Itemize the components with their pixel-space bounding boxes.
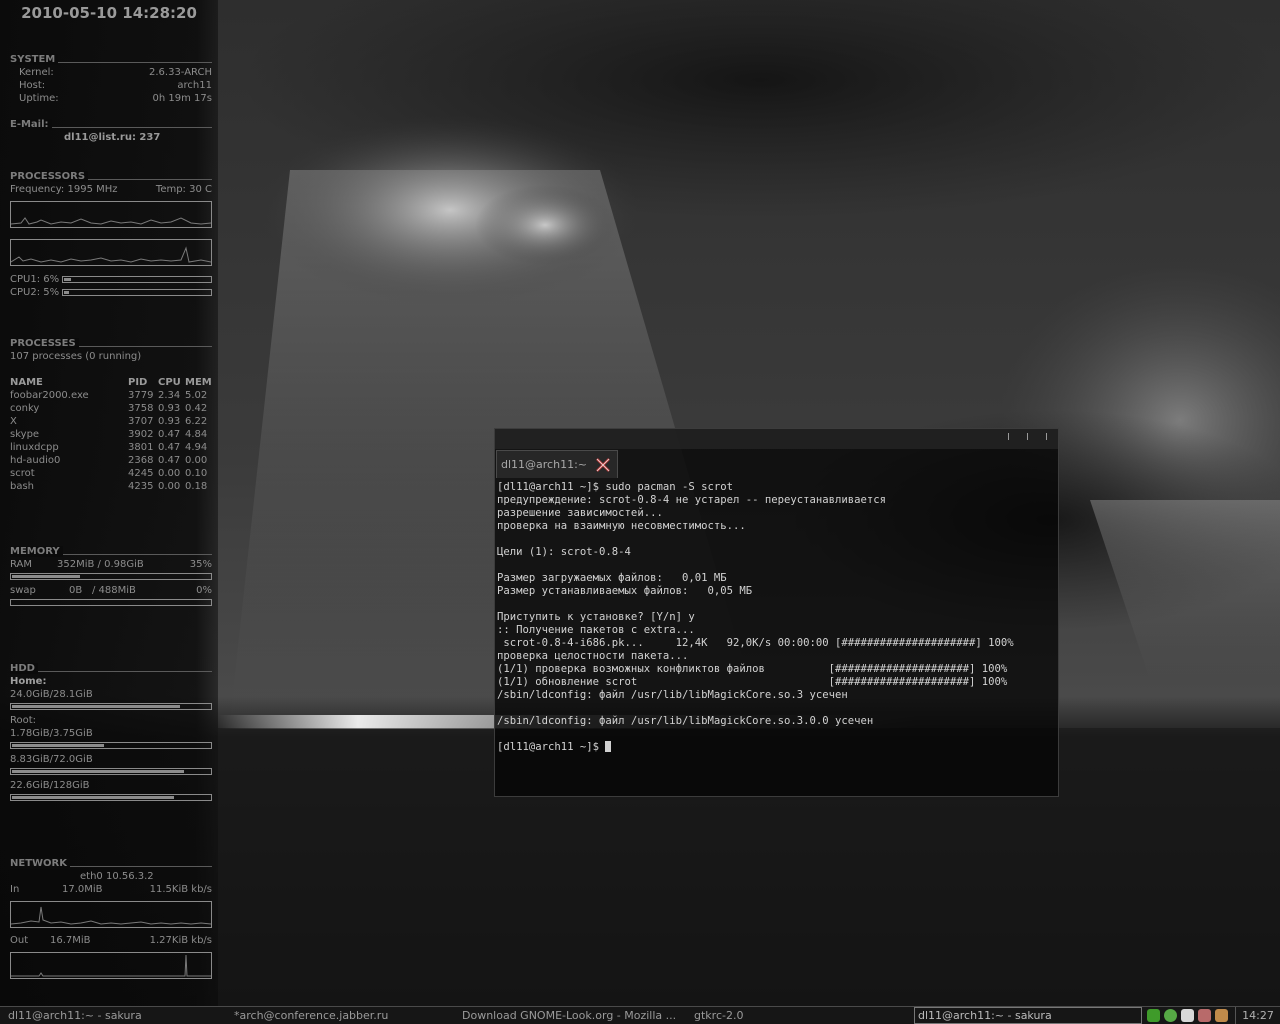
- terminal-tab-label: dl11@arch11:~: [501, 458, 587, 471]
- tux-icon[interactable]: [1215, 1009, 1228, 1022]
- process-row: skype 3902 0.47 4.84: [10, 429, 208, 440]
- email-count: dl11@list.ru: 237: [64, 132, 161, 143]
- section-heading-processes: PROCESSES: [10, 338, 212, 350]
- disk4-usage: 22.6GiB/128GiB: [10, 780, 90, 791]
- cpu1-bar: [62, 276, 212, 283]
- cpu2-bar: [62, 289, 212, 296]
- terminal-line: проверка на взаимную несовместимость...: [497, 520, 746, 532]
- task-sakura-1[interactable]: dl11@arch11:~ - sakura: [8, 1007, 223, 1024]
- terminal-window[interactable]: dl11@arch11:~ [dl11@arch11 ~]$ sudo pacm…: [494, 428, 1059, 797]
- terminal-line: (1/1) проверка возможных конфликтов файл…: [497, 663, 1008, 675]
- shield-icon[interactable]: [1181, 1009, 1194, 1022]
- process-summary: 107 processes (0 running): [10, 351, 142, 362]
- terminal-titlebar[interactable]: [495, 429, 1058, 449]
- task-gtkrc[interactable]: gtkrc-2.0: [694, 1007, 904, 1024]
- terminal-line: Цели (1): scrot-0.8-4: [497, 546, 631, 558]
- swap-row: swap 0B / 488MiB 0%: [10, 585, 212, 596]
- terminal-output[interactable]: [dl11@arch11 ~]$ sudo pacman -S scrot пре…: [497, 481, 1056, 794]
- home-bar: [10, 703, 212, 710]
- section-heading-system: SYSTEM: [10, 54, 212, 66]
- terminal-line: Размер загружаемых файлов: 0,01 МБ: [497, 572, 727, 584]
- taskbar: dl11@arch11:~ - sakura *arch@conference.…: [0, 1006, 1280, 1024]
- tab-close-icon[interactable]: [595, 457, 611, 473]
- clover-icon[interactable]: [1147, 1009, 1160, 1022]
- terminal-line: Приступить к установке? [Y/n] y: [497, 611, 695, 623]
- network-in-row: In 17.0MiB 11.5KiB kb/s: [10, 884, 212, 895]
- process-row: linuxdcpp 3801 0.47 4.94: [10, 442, 208, 453]
- root-usage: 1.78GiB/3.75GiB: [10, 728, 93, 739]
- terminal-line: разрешение зависимостей...: [497, 507, 663, 519]
- task-jabber-conference[interactable]: *arch@conference.jabber.ru: [234, 1007, 434, 1024]
- network-out-graph: [10, 952, 212, 979]
- ram-bar: [10, 573, 212, 580]
- disk3-usage: 8.83GiB/72.0GiB: [10, 754, 93, 765]
- window-button-minimize[interactable]: [1008, 433, 1009, 440]
- ram-row: RAM 352MiB / 0.98GiB 35%: [10, 559, 212, 570]
- task-sakura-active[interactable]: dl11@arch11:~ - sakura: [914, 1007, 1142, 1024]
- network-in-graph: [10, 901, 212, 928]
- terminal-prompt: [dl11@arch11 ~]$: [497, 741, 606, 753]
- uptime-row: Uptime: 0h 19m 17s: [19, 93, 212, 104]
- process-row: scrot 4245 0.00 0.10: [10, 468, 208, 479]
- home-usage: 24.0GiB/28.1GiB: [10, 689, 93, 700]
- window-button-close[interactable]: [1046, 433, 1047, 440]
- task-firefox[interactable]: Download GNOME-Look.org - Mozilla ...: [462, 1007, 687, 1024]
- process-row: bash 4235 0.00 0.18: [10, 481, 208, 492]
- process-row: hd-audio0 2368 0.47 0.00: [10, 455, 208, 466]
- host-row: Host: arch11: [19, 80, 212, 91]
- process-row: conky 3758 0.93 0.42: [10, 403, 208, 414]
- network-out-row: Out 16.7MiB 1.27KiB kb/s: [10, 935, 212, 946]
- terminal-line: scrot-0.8-4-i686.pk... 12,4K 92,0K/s 00:…: [497, 637, 1014, 649]
- process-table-header: NAME PID CPU MEM: [10, 377, 212, 388]
- terminal-line: [dl11@arch11 ~]$ sudo pacman -S scrot: [497, 481, 733, 493]
- kernel-row: Kernel: 2.6.33-ARCH: [19, 67, 212, 78]
- cpu-frequency-row: Frequency: 1995 MHz Temp: 30 C: [10, 184, 212, 195]
- cpu1-graph: [10, 201, 212, 228]
- disk4-bar: [10, 794, 212, 801]
- terminal-line: предупреждение: scrot-0.8-4 не устарел -…: [497, 494, 887, 506]
- disk3-bar: [10, 768, 212, 775]
- section-heading-hdd: HDD: [10, 663, 212, 675]
- section-heading-network: NETWORK: [10, 858, 212, 870]
- process-row: X 3707 0.93 6.22: [10, 416, 208, 427]
- terminal-prompt-line[interactable]: [dl11@arch11 ~]$: [497, 741, 1056, 754]
- conky-system-monitor: 2010-05-10 14:28:20 SYSTEM Kernel: 2.6.33…: [0, 0, 218, 1006]
- network-icon[interactable]: [1198, 1009, 1211, 1022]
- window-button-maximize[interactable]: [1027, 433, 1028, 440]
- taskbar-clock[interactable]: 14:27: [1235, 1007, 1280, 1024]
- root-bar: [10, 742, 212, 749]
- terminal-line: /sbin/ldconfig: файл /usr/lib/libMagickC…: [497, 689, 848, 701]
- terminal-line: (1/1) обновление scrot [################…: [497, 676, 1008, 688]
- section-heading-memory: MEMORY: [10, 546, 212, 558]
- section-heading-email: E-Mail:: [10, 119, 212, 131]
- skype-status-icon[interactable]: [1164, 1009, 1177, 1022]
- terminal-line: :: Получение пакетов с extra...: [497, 624, 695, 636]
- network-interface: eth0 10.56.3.2: [80, 871, 154, 882]
- terminal-cursor: [605, 741, 612, 752]
- section-heading-processors: PROCESSORS: [10, 171, 212, 183]
- process-row: foobar2000.exe 3779 2.34 5.02: [10, 390, 208, 401]
- conky-datetime: 2010-05-10 14:28:20: [21, 4, 197, 22]
- cpu2-graph: [10, 239, 212, 266]
- terminal-line: проверка целостности пакета...: [497, 650, 689, 662]
- terminal-line: /sbin/ldconfig: файл /usr/lib/libMagickC…: [497, 715, 874, 727]
- root-label: Root:: [10, 715, 37, 726]
- home-label: Home:: [10, 676, 47, 687]
- terminal-line: Размер устанавливаемых файлов: 0,05 МБ: [497, 585, 753, 597]
- terminal-tab[interactable]: dl11@arch11:~: [496, 450, 618, 478]
- swap-bar: [10, 599, 212, 606]
